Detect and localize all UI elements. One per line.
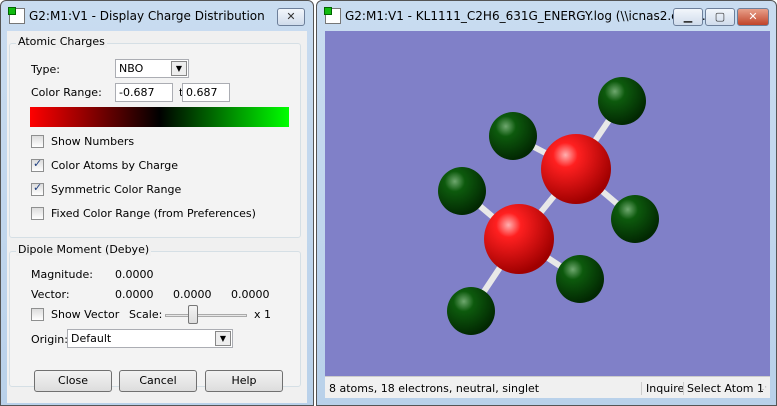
status-action: Select Atom 1 [683,382,764,395]
show-vector-label: Show Vector [51,308,120,321]
dialog-title: G2:M1:V1 - Display Charge Distribution [29,9,265,23]
show-vector-checkbox[interactable] [31,308,44,321]
close-icon[interactable]: ✕ [277,8,305,26]
chevron-down-icon: ▼ [215,331,231,346]
symmetric-range-checkbox[interactable] [31,181,44,196]
atomic-charges-heading: Atomic Charges [16,35,107,48]
viewer-title: G2:M1:V1 - KL1111_C2H6_631G_ENERGY.log (… [345,9,714,23]
dipole-heading: Dipole Moment (Debye) [16,243,152,256]
hydrogen-atom[interactable] [556,255,604,303]
chevron-down-icon: ▼ [171,61,187,76]
close-button[interactable]: Close [34,370,112,392]
show-numbers-checkbox[interactable] [31,135,44,148]
fixed-range-checkbox[interactable] [31,207,44,220]
carbon-atom[interactable] [541,134,611,204]
range-min-input[interactable]: -0.687 [115,83,173,102]
type-label: Type: [31,63,60,76]
scale-slider[interactable] [165,314,247,317]
hydrogen-atom[interactable] [611,195,659,243]
gaussview-icon [8,7,25,24]
cancel-button[interactable]: Cancel [119,370,197,392]
vector-z: 0.0000 [231,288,270,301]
hydrogen-atom[interactable] [598,77,646,125]
magnitude-value: 0.0000 [115,268,154,281]
resize-grip-icon[interactable]: ⋰ [759,385,767,394]
status-mode: Inquire [641,382,684,395]
minimize-button[interactable]: ▁ [673,8,703,26]
close-window-button[interactable]: ✕ [737,8,769,26]
gaussview-icon [324,7,341,24]
status-info: 8 atoms, 18 electrons, neutral, singlet [329,382,540,395]
scale-slider-handle[interactable] [188,305,198,324]
type-select[interactable]: NBO ▼ [115,59,189,78]
range-max-input[interactable]: 0.687 [182,83,230,102]
fixed-range-label: Fixed Color Range (from Preferences) [51,207,256,220]
origin-label: Origin: [31,333,68,346]
viewer-window: G2:M1:V1 - KL1111_C2H6_631G_ENERGY.log (… [316,0,777,406]
molecule-canvas[interactable] [325,31,770,376]
vector-x: 0.0000 [115,288,154,301]
origin-value: Default [71,332,112,345]
symmetric-range-label: Symmetric Color Range [51,183,182,196]
vector-label: Vector: [31,288,70,301]
vector-y: 0.0000 [173,288,212,301]
help-button[interactable]: Help [205,370,283,392]
show-numbers-label: Show Numbers [51,135,135,148]
dialog-body: Atomic Charges Type: NBO ▼ Color Range: -… [7,31,307,403]
charge-dialog: G2:M1:V1 - Display Charge Distribution ✕… [0,0,314,406]
status-bar: 8 atoms, 18 electrons, neutral, singlet … [325,376,770,398]
type-value: NBO [119,62,144,75]
color-gradient-bar [30,107,289,127]
scale-label: Scale: [129,308,163,321]
color-range-label: Color Range: [31,86,102,99]
carbon-atom[interactable] [484,204,554,274]
scale-value: x 1 [254,308,272,321]
hydrogen-atom[interactable] [447,287,495,335]
hydrogen-atom[interactable] [489,112,537,160]
color-atoms-label: Color Atoms by Charge [51,159,178,172]
hydrogen-atom[interactable] [438,167,486,215]
origin-select[interactable]: Default ▼ [67,329,233,348]
maximize-button[interactable]: ▢ [705,8,735,26]
color-atoms-checkbox[interactable] [31,157,44,172]
magnitude-label: Magnitude: [31,268,93,281]
